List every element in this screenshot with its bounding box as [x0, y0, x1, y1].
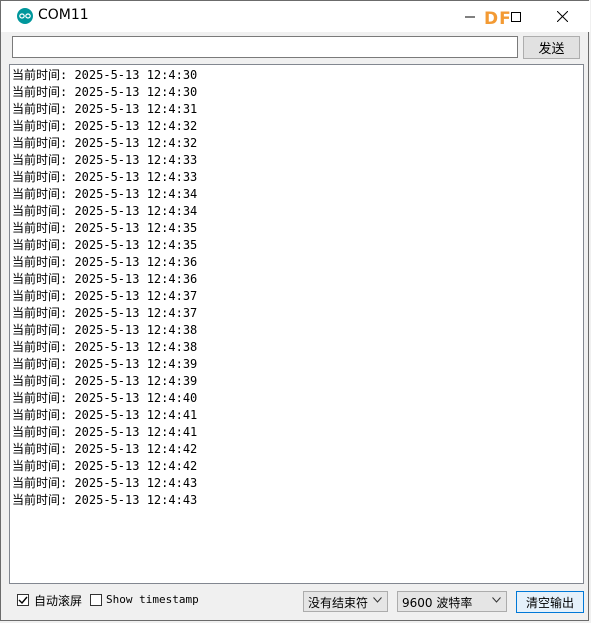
- output-line: 当前时间: 2025-5-13 12:4:34: [12, 204, 198, 218]
- output-line: 当前时间: 2025-5-13 12:4:40: [12, 391, 198, 405]
- line-ending-value: 没有结束符: [308, 596, 369, 610]
- output-line: 当前时间: 2025-5-13 12:4:34: [12, 187, 198, 201]
- output-line: 当前时间: 2025-5-13 12:4:33: [12, 170, 198, 184]
- window-title: COM11: [38, 7, 89, 23]
- title-bar[interactable]: COM11 DF: [1, 1, 590, 32]
- autoscroll-label: 自动滚屏: [34, 594, 83, 608]
- minimize-icon: [465, 16, 475, 17]
- output-line: 当前时间: 2025-5-13 12:4:41: [12, 425, 198, 439]
- output-line: 当前时间: 2025-5-13 12:4:41: [12, 408, 198, 422]
- output-line: 当前时间: 2025-5-13 12:4:38: [12, 340, 198, 354]
- line-ending-select[interactable]: 没有结束符: [303, 591, 388, 612]
- output-line: 当前时间: 2025-5-13 12:4:42: [12, 459, 198, 473]
- send-button[interactable]: 发送: [523, 36, 580, 59]
- bottom-toolbar: 自动滚屏 Show timestamp 没有结束符 9600 波特率 清空输出: [1, 587, 590, 617]
- output-line: 当前时间: 2025-5-13 12:4:35: [12, 238, 198, 252]
- output-line: 当前时间: 2025-5-13 12:4:33: [12, 153, 198, 167]
- close-icon: [556, 11, 568, 22]
- autoscroll-checkbox[interactable]: [17, 594, 29, 606]
- output-line: 当前时间: 2025-5-13 12:4:39: [12, 374, 198, 388]
- output-line: 当前时间: 2025-5-13 12:4:32: [12, 119, 198, 133]
- chevron-down-icon: [492, 597, 501, 603]
- clear-output-button[interactable]: 清空输出: [516, 591, 584, 613]
- output-line: 当前时间: 2025-5-13 12:4:37: [12, 289, 198, 303]
- minimize-button[interactable]: [447, 1, 493, 32]
- serial-monitor-window: COM11 DF 发送 当前时间: 2025-5-13 12:4:30 当前时间:…: [0, 0, 590, 621]
- serial-output[interactable]: 当前时间: 2025-5-13 12:4:30 当前时间: 2025-5-13 1…: [9, 64, 584, 584]
- output-line: 当前时间: 2025-5-13 12:4:38: [12, 323, 198, 337]
- chevron-down-icon: [373, 597, 382, 603]
- output-line: 当前时间: 2025-5-13 12:4:39: [12, 357, 198, 371]
- timestamp-label: Show timestamp: [106, 593, 199, 606]
- output-line: 当前时间: 2025-5-13 12:4:43: [12, 476, 198, 490]
- checkmark-icon: [18, 596, 28, 605]
- output-line: 当前时间: 2025-5-13 12:4:43: [12, 493, 198, 507]
- output-line: 当前时间: 2025-5-13 12:4:30: [12, 68, 198, 82]
- send-input[interactable]: [12, 36, 518, 58]
- arduino-logo-icon: [17, 8, 33, 24]
- output-line: 当前时间: 2025-5-13 12:4:31: [12, 102, 198, 116]
- baud-rate-value: 9600 波特率: [402, 596, 473, 610]
- baud-rate-select[interactable]: 9600 波特率: [397, 591, 507, 612]
- output-line: 当前时间: 2025-5-13 12:4:36: [12, 272, 198, 286]
- output-line: 当前时间: 2025-5-13 12:4:30: [12, 85, 198, 99]
- output-line: 当前时间: 2025-5-13 12:4:37: [12, 306, 198, 320]
- output-line: 当前时间: 2025-5-13 12:4:36: [12, 255, 198, 269]
- maximize-icon: [511, 11, 521, 22]
- timestamp-checkbox[interactable]: [90, 594, 102, 606]
- maximize-button[interactable]: [493, 1, 539, 32]
- close-button[interactable]: [539, 1, 585, 32]
- output-line: 当前时间: 2025-5-13 12:4:32: [12, 136, 198, 150]
- output-line: 当前时间: 2025-5-13 12:4:42: [12, 442, 198, 456]
- output-line: 当前时间: 2025-5-13 12:4:35: [12, 221, 198, 235]
